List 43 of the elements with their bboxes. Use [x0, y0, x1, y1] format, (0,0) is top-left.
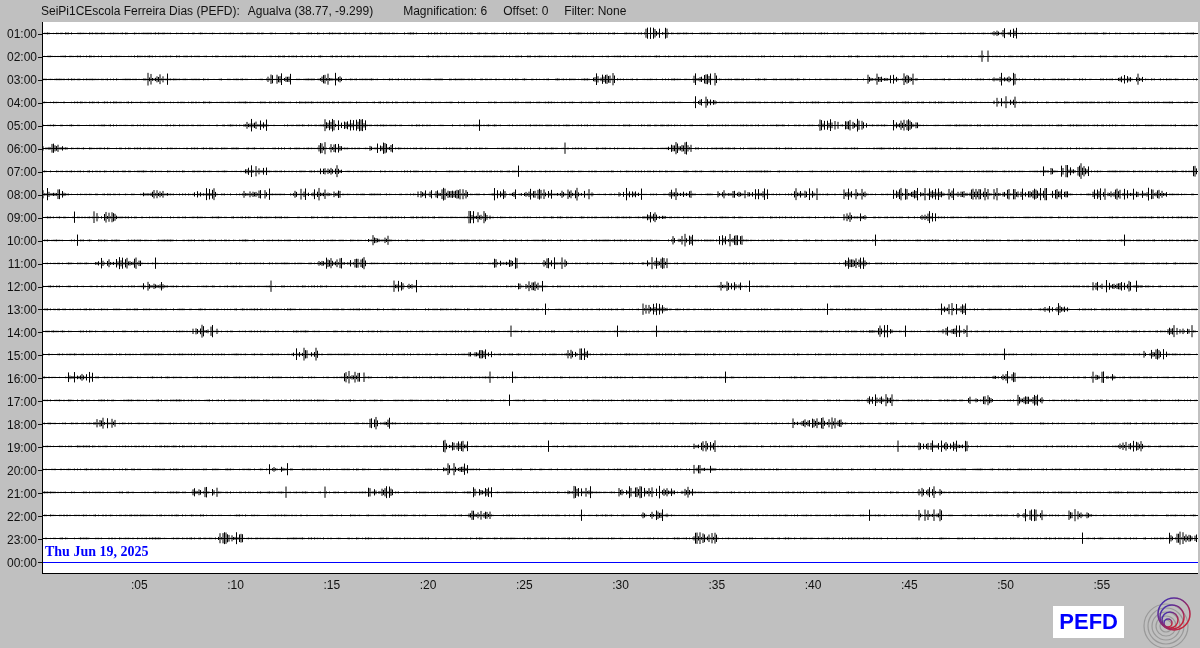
magnification-label: Magnification: 6	[403, 3, 488, 18]
minute-tick-label: :05	[130, 578, 148, 593]
minute-tick-label: :25	[515, 578, 533, 593]
hour-label: 02:00	[6, 50, 37, 65]
hour-label: 14:00	[6, 325, 37, 340]
hour-label: 00:00	[6, 555, 37, 570]
hour-label: 16:00	[6, 371, 37, 386]
station-location: Agualva (38.77, -9.299)	[247, 3, 374, 18]
minute-tick-label: :35	[708, 578, 726, 593]
hour-label: 01:00	[6, 27, 37, 42]
station-logo: PEFD	[1053, 606, 1124, 638]
hour-label: 13:00	[6, 303, 37, 317]
minute-tick-label: :45	[900, 578, 918, 593]
date-label: Thu Jun 19, 2025	[45, 544, 149, 561]
hour-label: 20:00	[6, 463, 37, 478]
hour-label: 05:00	[6, 119, 37, 134]
hour-label: 17:00	[6, 394, 37, 409]
hour-label: 07:00	[6, 165, 37, 180]
hour-label: 06:00	[6, 142, 37, 157]
hour-label: 12:00	[6, 280, 37, 294]
hour-label: 23:00	[6, 532, 37, 547]
hour-label: 08:00	[6, 188, 37, 203]
hour-label: 03:00	[6, 73, 37, 88]
concentric-rings-icon	[1142, 596, 1194, 648]
minute-tick-label: :20	[419, 578, 437, 593]
hour-label: 04:00	[6, 96, 37, 111]
minute-tick-label: :10	[227, 578, 244, 593]
hour-label: 21:00	[6, 486, 37, 501]
offset-label: Offset: 0	[503, 3, 549, 18]
minute-tick-label: :15	[323, 578, 341, 593]
minute-tick-label: :55	[1093, 578, 1111, 593]
minute-tick-label: :50	[997, 578, 1014, 593]
filter-label: Filter: None	[564, 3, 627, 18]
hour-label: 10:00	[6, 234, 37, 249]
station-name: SeiPi1CEscola Ferreira Dias (PEFD):	[41, 3, 240, 18]
hour-label: 15:00	[6, 348, 37, 363]
minute-tick-label: :30	[612, 578, 629, 593]
hour-label: 22:00	[6, 509, 37, 524]
hour-label: 11:00	[7, 257, 37, 272]
hour-label: 09:00	[6, 211, 37, 226]
minute-tick-label: :40	[804, 578, 822, 593]
hour-label: 19:00	[6, 440, 37, 455]
hour-label: 18:00	[6, 417, 37, 432]
